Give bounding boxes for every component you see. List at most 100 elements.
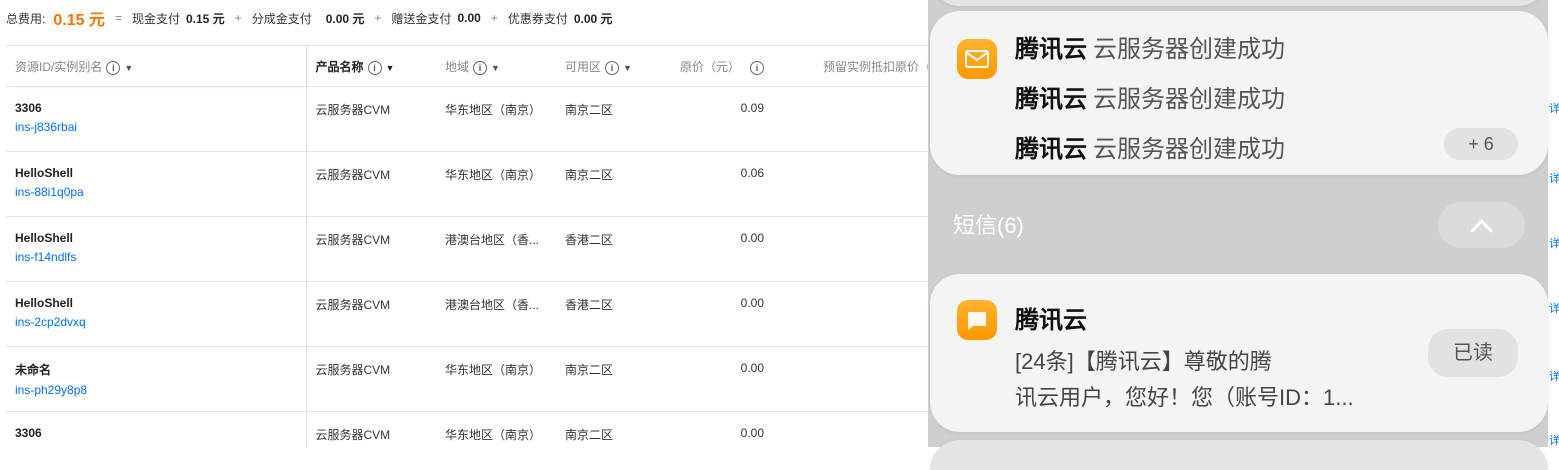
col-header-zone-label: 可用区 bbox=[565, 59, 602, 74]
cell-zone: 香港二区 bbox=[556, 216, 666, 282]
instance-alias: 3306 bbox=[15, 101, 42, 115]
row-action-link[interactable]: 详 bbox=[1549, 235, 1559, 251]
cell-zone: 南京二区 bbox=[556, 151, 666, 217]
cell-region: 华东地区（南京） bbox=[436, 346, 556, 412]
cell-resource: 3306 bbox=[6, 411, 307, 447]
col-header-reserved-price[interactable]: 预留实例抵扣原价（元）i bbox=[776, 45, 930, 87]
instance-id-link[interactable]: ins-j836rbai bbox=[15, 120, 305, 134]
cell-original-price: 0.00 bbox=[666, 346, 776, 412]
info-circle-icon[interactable]: i bbox=[367, 60, 382, 75]
instance-id-link[interactable]: ins-f14ndlfs bbox=[15, 250, 305, 264]
filter-icon[interactable]: ▼ bbox=[623, 63, 632, 73]
info-circle-icon[interactable]: i bbox=[750, 60, 764, 75]
billing-table-container: 资源ID/实例别名 i ▼ 产品名称 i ▼ 地域 i ▼ 可用区 i ▼ 原价（元） i 预留实… bbox=[6, 45, 930, 447]
col-header-original-price-label: 原价（元） bbox=[679, 59, 740, 74]
collapse-button[interactable] bbox=[1438, 202, 1525, 248]
cell-original-price: 0.09 bbox=[666, 86, 776, 152]
table-row[interactable]: HelloShell ins-88i1q0pa 云服务器CVM 华东地区（南京） 南京二… bbox=[6, 151, 930, 217]
col-header-product[interactable]: 产品名称 i ▼ bbox=[306, 45, 436, 87]
table-row[interactable]: HelloShell ins-f14ndlfs 云服务器CVM 港澳台地区（香... 香… bbox=[6, 216, 930, 282]
cost-summary: 总费用: 0.15 元 = 现金支付 0.15 元 + 分成金支付 0.00 元… bbox=[6, 8, 613, 29]
previous-notification-card[interactable] bbox=[930, 0, 1548, 6]
mark-read-button[interactable]: 已读 bbox=[1428, 329, 1518, 377]
notification-sender: 腾讯云 bbox=[1015, 86, 1087, 113]
cell-resource: 未命名 ins-ph29y8p8 bbox=[6, 346, 307, 412]
cell-zone: 南京二区 bbox=[556, 86, 666, 152]
notification-group-card[interactable]: 腾讯云 云服务器创建成功 腾讯云 云服务器创建成功 腾讯云 云服务器创建成功 + 6 bbox=[930, 11, 1548, 175]
cell-resource: HelloShell ins-88i1q0pa bbox=[6, 151, 307, 217]
filter-icon[interactable]: ▼ bbox=[491, 63, 500, 73]
message-glyph-icon bbox=[968, 312, 986, 330]
total-cost-label: 总费用: bbox=[6, 11, 46, 26]
col-header-region-label: 地域 bbox=[445, 59, 470, 74]
sms-notification-card[interactable]: 腾讯云 [24条]【腾讯云】尊敬的腾 讯云用户，您好！您（账号ID：1... 已… bbox=[930, 274, 1548, 432]
table-header-row: 资源ID/实例别名 i ▼ 产品名称 i ▼ 地域 i ▼ 可用区 i ▼ 原价（元） i 预留实… bbox=[6, 45, 930, 87]
more-notifications-badge[interactable]: + 6 bbox=[1444, 128, 1518, 160]
cell-product: 云服务器CVM bbox=[306, 346, 436, 412]
coupon-payment-label: 优惠券支付 bbox=[507, 11, 568, 26]
notification-line: 腾讯云 云服务器创建成功 bbox=[1015, 129, 1285, 164]
cell-resource: 3306 ins-j836rbai bbox=[6, 86, 307, 152]
notification-sender: 腾讯云 bbox=[1015, 136, 1087, 163]
cell-reserved-price: 0.00 bbox=[776, 151, 930, 217]
row-action-link[interactable]: 详 bbox=[1549, 368, 1559, 384]
col-header-zone[interactable]: 可用区 i ▼ bbox=[556, 45, 666, 87]
instance-alias: HelloShell bbox=[15, 231, 74, 245]
message-app-icon bbox=[957, 300, 997, 340]
instance-id-link[interactable]: ins-88i1q0pa bbox=[15, 185, 305, 199]
cell-resource: HelloShell ins-f14ndlfs bbox=[6, 216, 307, 282]
cell-region: 华东地区（南京） bbox=[436, 86, 556, 152]
row-action-link[interactable]: 详 bbox=[1549, 100, 1559, 116]
plus-sign: + bbox=[490, 11, 498, 25]
notification-line: 腾讯云 云服务器创建成功 bbox=[1015, 79, 1285, 114]
col-header-resource[interactable]: 资源ID/实例别名 i ▼ bbox=[6, 45, 307, 87]
info-circle-icon[interactable]: i bbox=[473, 60, 488, 75]
cell-reserved-price: 0.00 bbox=[776, 281, 930, 347]
cell-original-price: 0.00 bbox=[666, 281, 776, 347]
cell-reserved-price: 0.00 bbox=[776, 411, 930, 447]
cell-reserved-price: 0.00 bbox=[776, 216, 930, 282]
instance-alias: 3306 bbox=[15, 426, 42, 440]
instance-alias: HelloShell bbox=[15, 296, 74, 310]
cell-product: 云服务器CVM bbox=[306, 281, 436, 347]
cell-product: 云服务器CVM bbox=[306, 411, 436, 447]
col-header-resource-label: 资源ID/实例别名 bbox=[15, 59, 103, 74]
mail-app-icon bbox=[957, 39, 997, 79]
instance-alias: HelloShell bbox=[15, 166, 74, 180]
table-row[interactable]: HelloShell ins-2cp2dvxq 云服务器CVM 港澳台地区（香... 香… bbox=[6, 281, 930, 347]
mail-glyph-icon bbox=[965, 50, 989, 68]
table-row[interactable]: 未命名ins-ph29y8p8云服务器CVM华东地区（南京）南京二区0.000.… bbox=[6, 346, 930, 412]
cell-original-price: 0.06 bbox=[666, 151, 776, 217]
row-action-link[interactable]: 详 bbox=[1549, 432, 1559, 448]
gift-payment-amount: 0.00 bbox=[457, 11, 481, 25]
cell-region: 港澳台地区（香... bbox=[436, 281, 556, 347]
gift-payment-label: 赠送金支付 bbox=[391, 11, 452, 26]
instance-id-link[interactable]: ins-ph29y8p8 bbox=[15, 383, 305, 397]
instance-id-link[interactable]: ins-2cp2dvxq bbox=[15, 315, 305, 329]
info-circle-icon[interactable]: i bbox=[605, 60, 620, 75]
row-action-link[interactable]: 详 bbox=[1549, 170, 1559, 186]
cell-region: 港澳台地区（香... bbox=[436, 216, 556, 282]
sms-sender: 腾讯云 bbox=[1015, 300, 1087, 335]
sms-section-title: 短信(6) bbox=[953, 213, 1024, 238]
cell-product: 云服务器CVM bbox=[306, 86, 436, 152]
total-cost-amount: 0.15 元 bbox=[53, 12, 105, 29]
filter-icon[interactable]: ▼ bbox=[124, 63, 133, 73]
cell-product: 云服务器CVM bbox=[306, 151, 436, 217]
cell-zone: 香港二区 bbox=[556, 281, 666, 347]
cash-payment-label: 现金支付 bbox=[131, 11, 180, 26]
cell-product: 云服务器CVM bbox=[306, 216, 436, 282]
filter-icon[interactable]: ▼ bbox=[386, 63, 395, 73]
col-header-product-label: 产品名称 bbox=[315, 59, 364, 74]
col-header-original-price[interactable]: 原价（元） i bbox=[666, 45, 776, 87]
cell-original-price: 0.00 bbox=[666, 216, 776, 282]
row-action-link[interactable]: 详 bbox=[1549, 300, 1559, 316]
next-notification-card[interactable] bbox=[930, 440, 1548, 470]
sms-body-line-1: [24条]【腾讯云】尊敬的腾 bbox=[1015, 349, 1272, 374]
info-circle-icon[interactable]: i bbox=[106, 60, 121, 75]
col-header-region[interactable]: 地域 i ▼ bbox=[436, 45, 556, 87]
table-row[interactable]: 3306 ins-j836rbai云服务器CVM华东地区（南京）南京二区0.090… bbox=[6, 86, 930, 152]
instance-alias: 未命名 bbox=[15, 363, 52, 377]
table-row[interactable]: 3306云服务器CVM华东地区（南京）南京二区0.000.00 bbox=[6, 411, 930, 447]
cell-reserved-price: 0.00 bbox=[776, 86, 930, 152]
